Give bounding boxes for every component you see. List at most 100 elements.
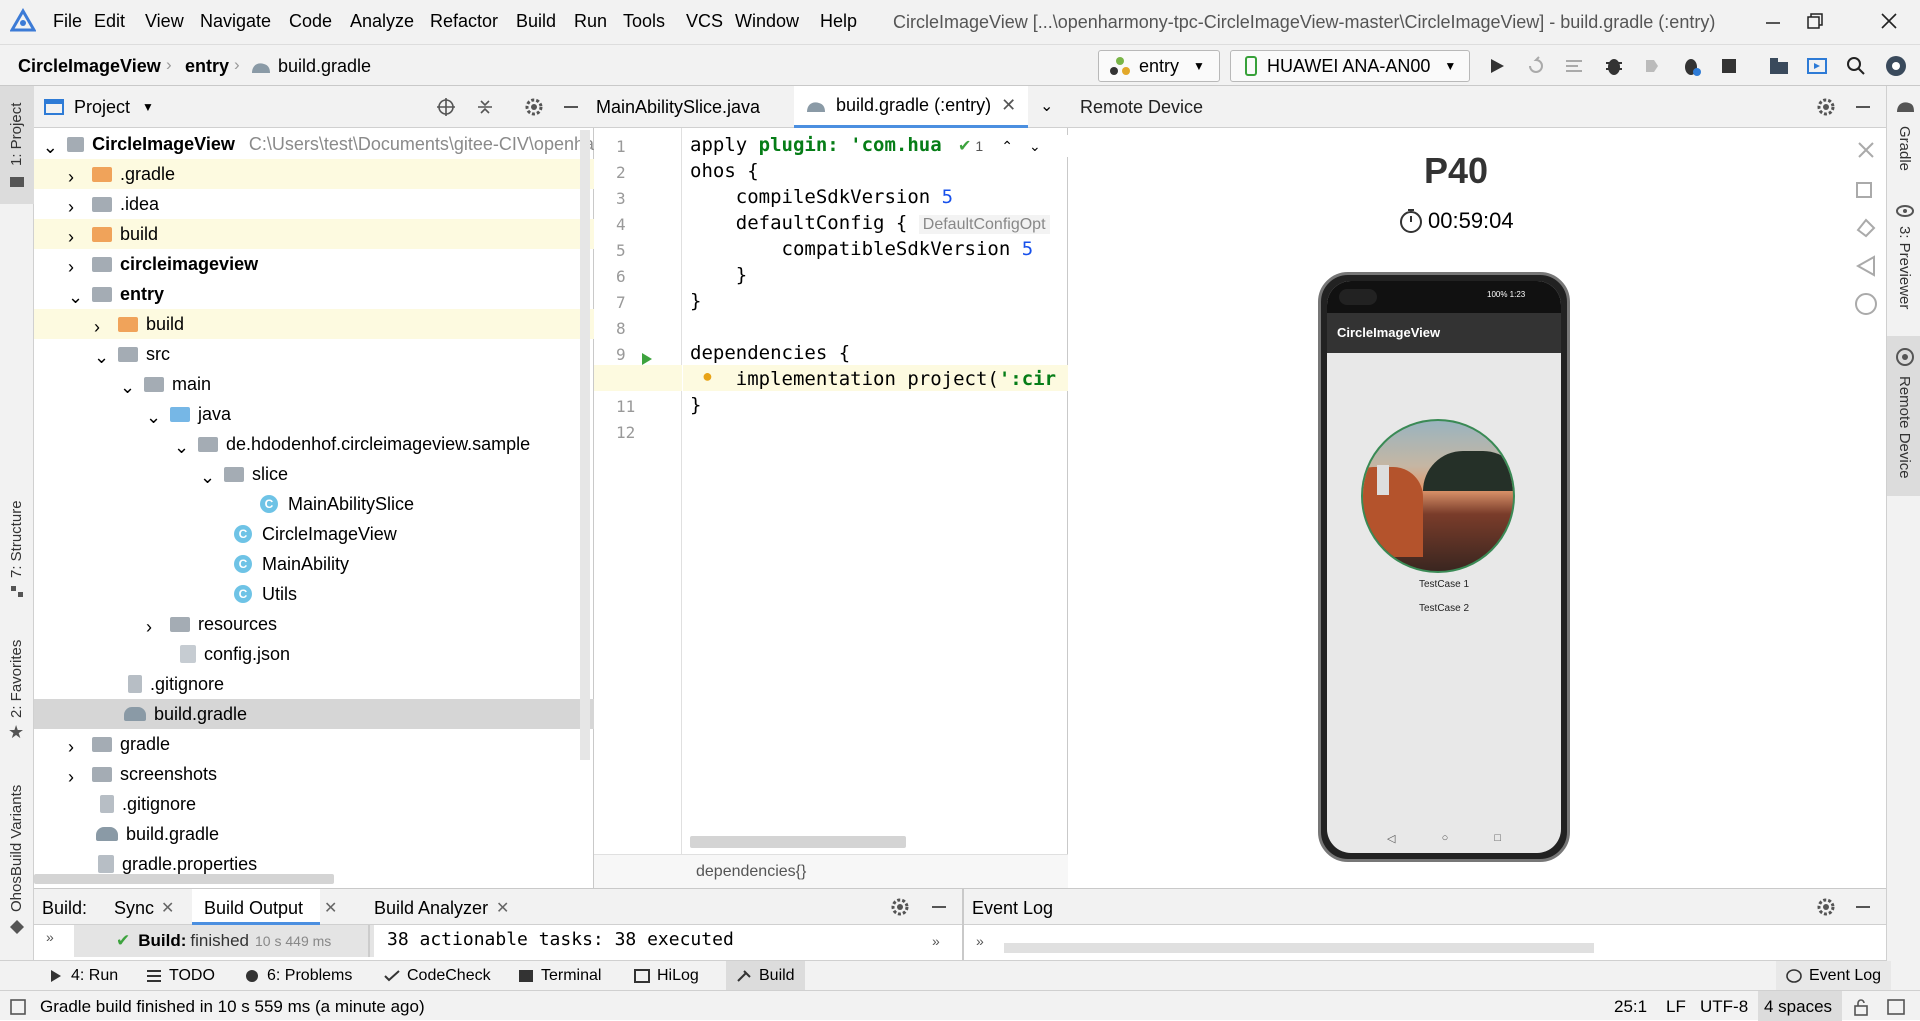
home-nav-icon[interactable]: ○: [1442, 832, 1449, 844]
tree-row-entry-gitignore[interactable]: .gitignore: [34, 669, 594, 699]
tree-row-entry-build-gradle[interactable]: build.gradle: [34, 699, 594, 729]
run-icon[interactable]: [1488, 57, 1506, 75]
hide-panel-icon[interactable]: [1854, 899, 1872, 915]
vertical-scrollbar[interactable]: [580, 130, 590, 760]
chevron-right-icon[interactable]: ›: [68, 227, 82, 247]
run-tool-button[interactable]: 4: Run: [48, 967, 118, 985]
project-structure-icon[interactable]: [1768, 56, 1790, 76]
expand-icon[interactable]: »: [46, 929, 54, 945]
rerun-icon[interactable]: [1526, 56, 1546, 76]
stop-icon[interactable]: [1720, 57, 1738, 75]
previewer-tool-label[interactable]: 3: Previewer: [1896, 226, 1913, 309]
tab-build-gradle[interactable]: build.gradle (:entry) ✕: [794, 86, 1028, 128]
expand-icon[interactable]: »: [976, 933, 984, 949]
chevron-right-icon[interactable]: ›: [68, 257, 82, 277]
editor-h-scrollbar[interactable]: [690, 836, 906, 848]
menu-run[interactable]: Run: [574, 11, 607, 32]
tree-row-root-build-gradle[interactable]: build.gradle: [34, 819, 594, 849]
testcase2-button[interactable]: TestCase 2: [1327, 603, 1561, 614]
chevron-down-icon[interactable]: ⌄: [120, 377, 135, 397]
search-icon[interactable]: [1846, 56, 1866, 76]
minimize-icon[interactable]: [1764, 14, 1782, 30]
lock-icon[interactable]: [1852, 998, 1870, 1016]
code-breadcrumb[interactable]: dependencies{}: [696, 863, 806, 881]
menu-refactor[interactable]: Refactor: [430, 11, 498, 32]
tab-mainabilityslice[interactable]: MainAbilitySlice.java: [594, 86, 794, 128]
tree-row-idea[interactable]: › .idea: [34, 189, 594, 219]
tree-row-circleimageview-class[interactable]: C CircleImageView: [34, 519, 594, 549]
recents-nav-icon[interactable]: □: [1494, 832, 1501, 844]
breadcrumb-root[interactable]: CircleImageView: [18, 56, 161, 77]
codecheck-tool-button[interactable]: CodeCheck: [384, 967, 491, 985]
hide-panel-icon[interactable]: [562, 99, 580, 115]
tree-row-gradle-dir[interactable]: › .gradle: [34, 159, 594, 189]
tree-row-resources[interactable]: › resources: [34, 609, 594, 639]
remote-device-tool-label[interactable]: Remote Device: [1896, 376, 1913, 479]
code-line[interactable]: apply plugin: 'com.hua: [690, 134, 942, 156]
breadcrumb-module[interactable]: entry: [185, 56, 229, 77]
tree-row-mainability[interactable]: C MainAbility: [34, 549, 594, 579]
build-variants-tool-label[interactable]: OhosBuild Variants: [8, 785, 25, 912]
menu-window[interactable]: Window: [735, 11, 799, 32]
tree-row-src[interactable]: ⌄ src: [34, 339, 594, 369]
chevron-down-icon[interactable]: ⌄: [200, 467, 215, 487]
notifications-icon[interactable]: [1886, 998, 1906, 1016]
gear-icon[interactable]: [1816, 897, 1836, 917]
menu-edit[interactable]: Edit: [94, 11, 125, 32]
tree-row-mainabilityslice[interactable]: C MainAbilitySlice: [34, 489, 594, 519]
menu-navigate[interactable]: Navigate: [200, 11, 271, 32]
chevron-up-icon[interactable]: ⌃: [1001, 138, 1013, 155]
status-message[interactable]: Gradle build finished in 10 s 559 ms (a …: [40, 997, 425, 1017]
problems-tool-button[interactable]: 6: Problems: [244, 967, 352, 985]
tree-row-slice[interactable]: ⌄ slice: [34, 459, 594, 489]
favorites-tool-label[interactable]: 2: Favorites: [8, 640, 25, 718]
tree-row-root-gitignore[interactable]: .gitignore: [34, 789, 594, 819]
menu-help[interactable]: Help: [820, 11, 857, 32]
chevron-down-icon[interactable]: ⌄: [1029, 138, 1041, 155]
eraser-icon[interactable]: [1854, 216, 1878, 240]
code-line[interactable]: ohos {: [690, 160, 759, 182]
project-view-label[interactable]: Project: [74, 97, 130, 118]
profile-icon[interactable]: [1642, 56, 1662, 76]
tree-row-main[interactable]: ⌄ main: [34, 369, 594, 399]
rotate-screen-icon[interactable]: [1854, 180, 1878, 204]
run-config-select[interactable]: entry ▼: [1098, 50, 1220, 82]
close-tab-icon[interactable]: ✕: [496, 898, 509, 918]
chevron-down-icon[interactable]: ⌄: [94, 347, 109, 367]
project-tool-label[interactable]: 1: Project: [8, 103, 25, 166]
close-tab-icon[interactable]: ✕: [324, 898, 337, 918]
hilog-tool-button[interactable]: HiLog: [634, 967, 699, 985]
tab-sync[interactable]: Sync: [114, 898, 154, 919]
close-tab-icon[interactable]: ✕: [1001, 95, 1016, 116]
hide-panel-icon[interactable]: [1854, 99, 1872, 115]
indent-setting[interactable]: 4 spaces: [1758, 991, 1842, 1021]
restore-icon[interactable]: [1806, 12, 1824, 30]
home-button-icon[interactable]: [1854, 292, 1878, 316]
code-line[interactable]: }: [690, 290, 701, 312]
tree-row-screenshots[interactable]: › screenshots: [34, 759, 594, 789]
collapse-all-icon[interactable]: [475, 97, 495, 117]
gear-icon[interactable]: [890, 897, 910, 917]
line-separator[interactable]: LF: [1666, 997, 1686, 1017]
build-tool-button[interactable]: Build: [726, 961, 805, 991]
back-button-icon[interactable]: [1854, 254, 1878, 278]
circle-image[interactable]: [1361, 419, 1515, 573]
locate-icon[interactable]: [436, 97, 456, 117]
close-tab-icon[interactable]: ✕: [161, 898, 174, 918]
terminal-tool-button[interactable]: Terminal: [518, 967, 601, 985]
event-log-scrollbar[interactable]: [1004, 943, 1594, 953]
tree-row-config-json[interactable]: config.json: [34, 639, 594, 669]
debug-icon[interactable]: [1603, 55, 1625, 77]
todo-tool-button[interactable]: TODO: [146, 967, 215, 985]
hide-panel-icon[interactable]: [930, 899, 948, 915]
expand-icon[interactable]: »: [932, 933, 940, 949]
code-line[interactable]: implementation project(':cir: [690, 368, 1056, 390]
tree-row-package[interactable]: ⌄ de.hdodenhof.circleimageview.sample: [34, 429, 594, 459]
tree-row-gradle[interactable]: › gradle: [34, 729, 594, 759]
file-encoding[interactable]: UTF-8: [1700, 997, 1748, 1017]
attach-debugger-icon[interactable]: [1564, 57, 1584, 75]
chevron-right-icon[interactable]: ›: [146, 617, 160, 637]
chevron-down-icon[interactable]: ⌄: [43, 137, 58, 157]
back-nav-icon[interactable]: ◁: [1387, 832, 1395, 845]
breadcrumb-file[interactable]: build.gradle: [278, 56, 371, 77]
